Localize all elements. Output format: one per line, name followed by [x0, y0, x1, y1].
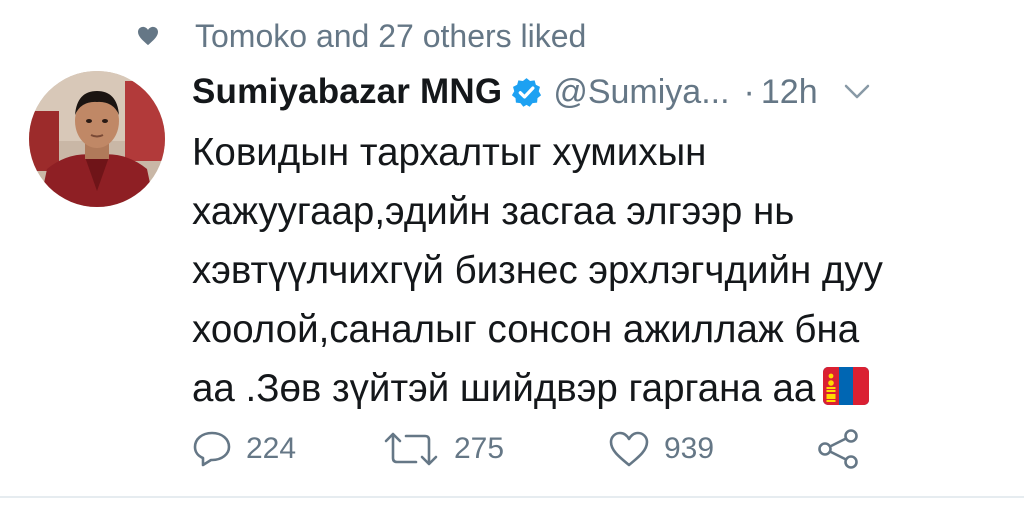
chevron-down-icon[interactable] — [844, 84, 870, 100]
author-display-name[interactable]: Sumiyabazar MNG — [192, 72, 502, 112]
social-context[interactable]: Tomoko and 27 others liked — [137, 14, 586, 58]
tweet-line-text: аа .Зөв зүйтэй шийдвэр гаргана аа — [192, 367, 816, 410]
like-icon — [609, 431, 649, 467]
social-context-text: Tomoko and 27 others liked — [195, 18, 587, 54]
divider — [0, 496, 1024, 498]
flag-mongolia-icon — [823, 367, 870, 405]
tweet-line: хоолой,саналыг сонсон ажиллаж бна — [192, 308, 860, 351]
share-button[interactable] — [816, 424, 860, 474]
tweet-line-last: аа .Зөв зүйтэй шийдвэр гаргана аа — [192, 359, 1012, 418]
avatar-image — [29, 71, 165, 207]
tweet-line: хажуугаар,эдийн засгаа элгээр нь — [192, 190, 795, 233]
retweet-count: 275 — [454, 432, 505, 465]
tweet-line: хэвтүүлчихгүй бизнес эрхлэгчдийн дуу — [192, 249, 883, 292]
header-separator: · — [743, 72, 755, 111]
reply-button[interactable]: 224 — [192, 424, 296, 474]
avatar[interactable] — [29, 71, 165, 207]
like-button[interactable]: 939 — [608, 424, 714, 474]
tweet-actions: 224 275 939 — [192, 424, 892, 474]
author-handle[interactable]: @Sumiya... — [553, 73, 729, 112]
tweet-line: Ковидын тархалтыг хумихын — [192, 131, 707, 174]
heart-icon — [138, 26, 158, 46]
share-icon — [818, 429, 858, 469]
tweet-text: Ковидын тархалтыг хумихын хажуугаар,эдий… — [192, 123, 1012, 418]
retweet-button[interactable]: 275 — [382, 424, 504, 474]
tweet-timestamp[interactable]: 12h — [761, 73, 818, 112]
reply-count: 224 — [246, 432, 297, 465]
verified-badge-icon — [512, 77, 542, 107]
like-count: 939 — [664, 432, 715, 465]
reply-icon — [193, 431, 231, 467]
retweet-icon — [384, 432, 438, 466]
tweet-header: Sumiyabazar MNG @Sumiya... · 12h — [192, 68, 992, 116]
